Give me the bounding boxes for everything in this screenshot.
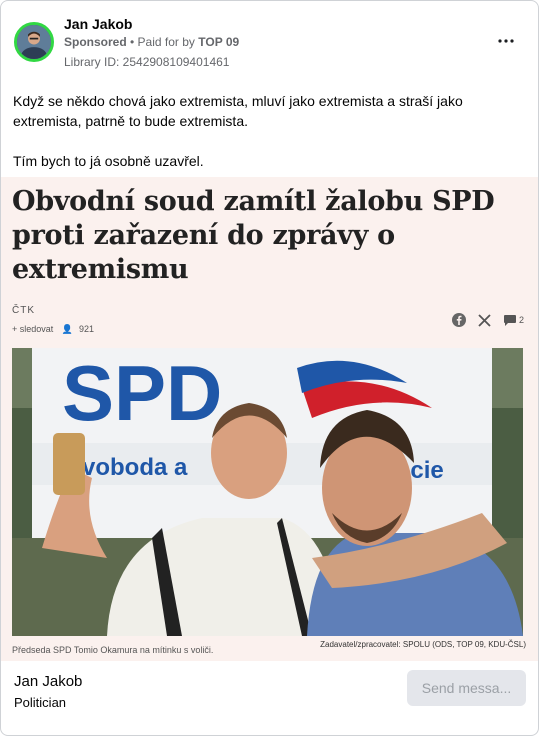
page-name[interactable]: Jan Jakob	[64, 16, 132, 32]
sponsored-label: Sponsored	[64, 35, 127, 49]
user-icon: 👤	[61, 324, 74, 334]
photo-sign-text: SPD	[62, 349, 222, 437]
comment-count: 2	[518, 315, 524, 325]
more-horizontal-icon	[498, 39, 514, 43]
comment-icon	[503, 314, 516, 326]
library-id: Library ID: 2542908109401461	[64, 55, 230, 69]
article-source: ČTK	[12, 305, 35, 316]
ad-header: Jan Jakob Sponsored • Paid for by TOP 09…	[1, 1, 538, 81]
ad-credit: Zadavatel/zpracovatel: SPOLU (ODS, TOP 0…	[320, 640, 526, 649]
sponsored-row: Sponsored • Paid for by TOP 09	[64, 35, 239, 49]
ad-footer: Jan Jakob Politician Send messa...	[1, 661, 538, 735]
follow-row: + sledovat 👤 921	[12, 324, 100, 335]
footer-page-category: Politician	[14, 695, 67, 710]
article-photo: SPD voboda a acie	[12, 348, 523, 636]
more-options-button[interactable]	[494, 29, 518, 53]
photo-caption: Předseda SPD Tomio Okamura na mítinku s …	[12, 645, 214, 655]
ad-text-paragraph: Když se někdo chová jako extremista, mlu…	[13, 93, 463, 129]
share-icons: 2	[451, 313, 524, 327]
follow-label: + sledovat	[12, 324, 54, 334]
facebook-icon	[451, 313, 466, 327]
ad-text: Když se někdo chová jako extremista, mlu…	[13, 91, 523, 191]
followers-count: 921	[79, 324, 95, 334]
x-icon	[478, 313, 491, 327]
avatar[interactable]	[14, 22, 54, 62]
comments: 2	[503, 314, 524, 327]
ad-card: Jan Jakob Sponsored • Paid for by TOP 09…	[0, 0, 539, 736]
article-headline: Obvodní soud zamítl žalobu SPD proti zař…	[12, 186, 495, 285]
ad-text-paragraph: Tím bych to já osobně uzavřel.	[13, 153, 204, 169]
paid-prefix: Paid for by	[137, 35, 199, 49]
photo-banner-text: voboda a	[82, 454, 188, 481]
separator: •	[126, 35, 138, 49]
paid-by-link[interactable]: TOP 09	[198, 35, 239, 49]
footer-page-name[interactable]: Jan Jakob	[14, 673, 82, 690]
send-message-button[interactable]: Send messa...	[407, 670, 526, 706]
ad-creative[interactable]: Obvodní soud zamítl žalobu SPD proti zař…	[1, 177, 538, 661]
